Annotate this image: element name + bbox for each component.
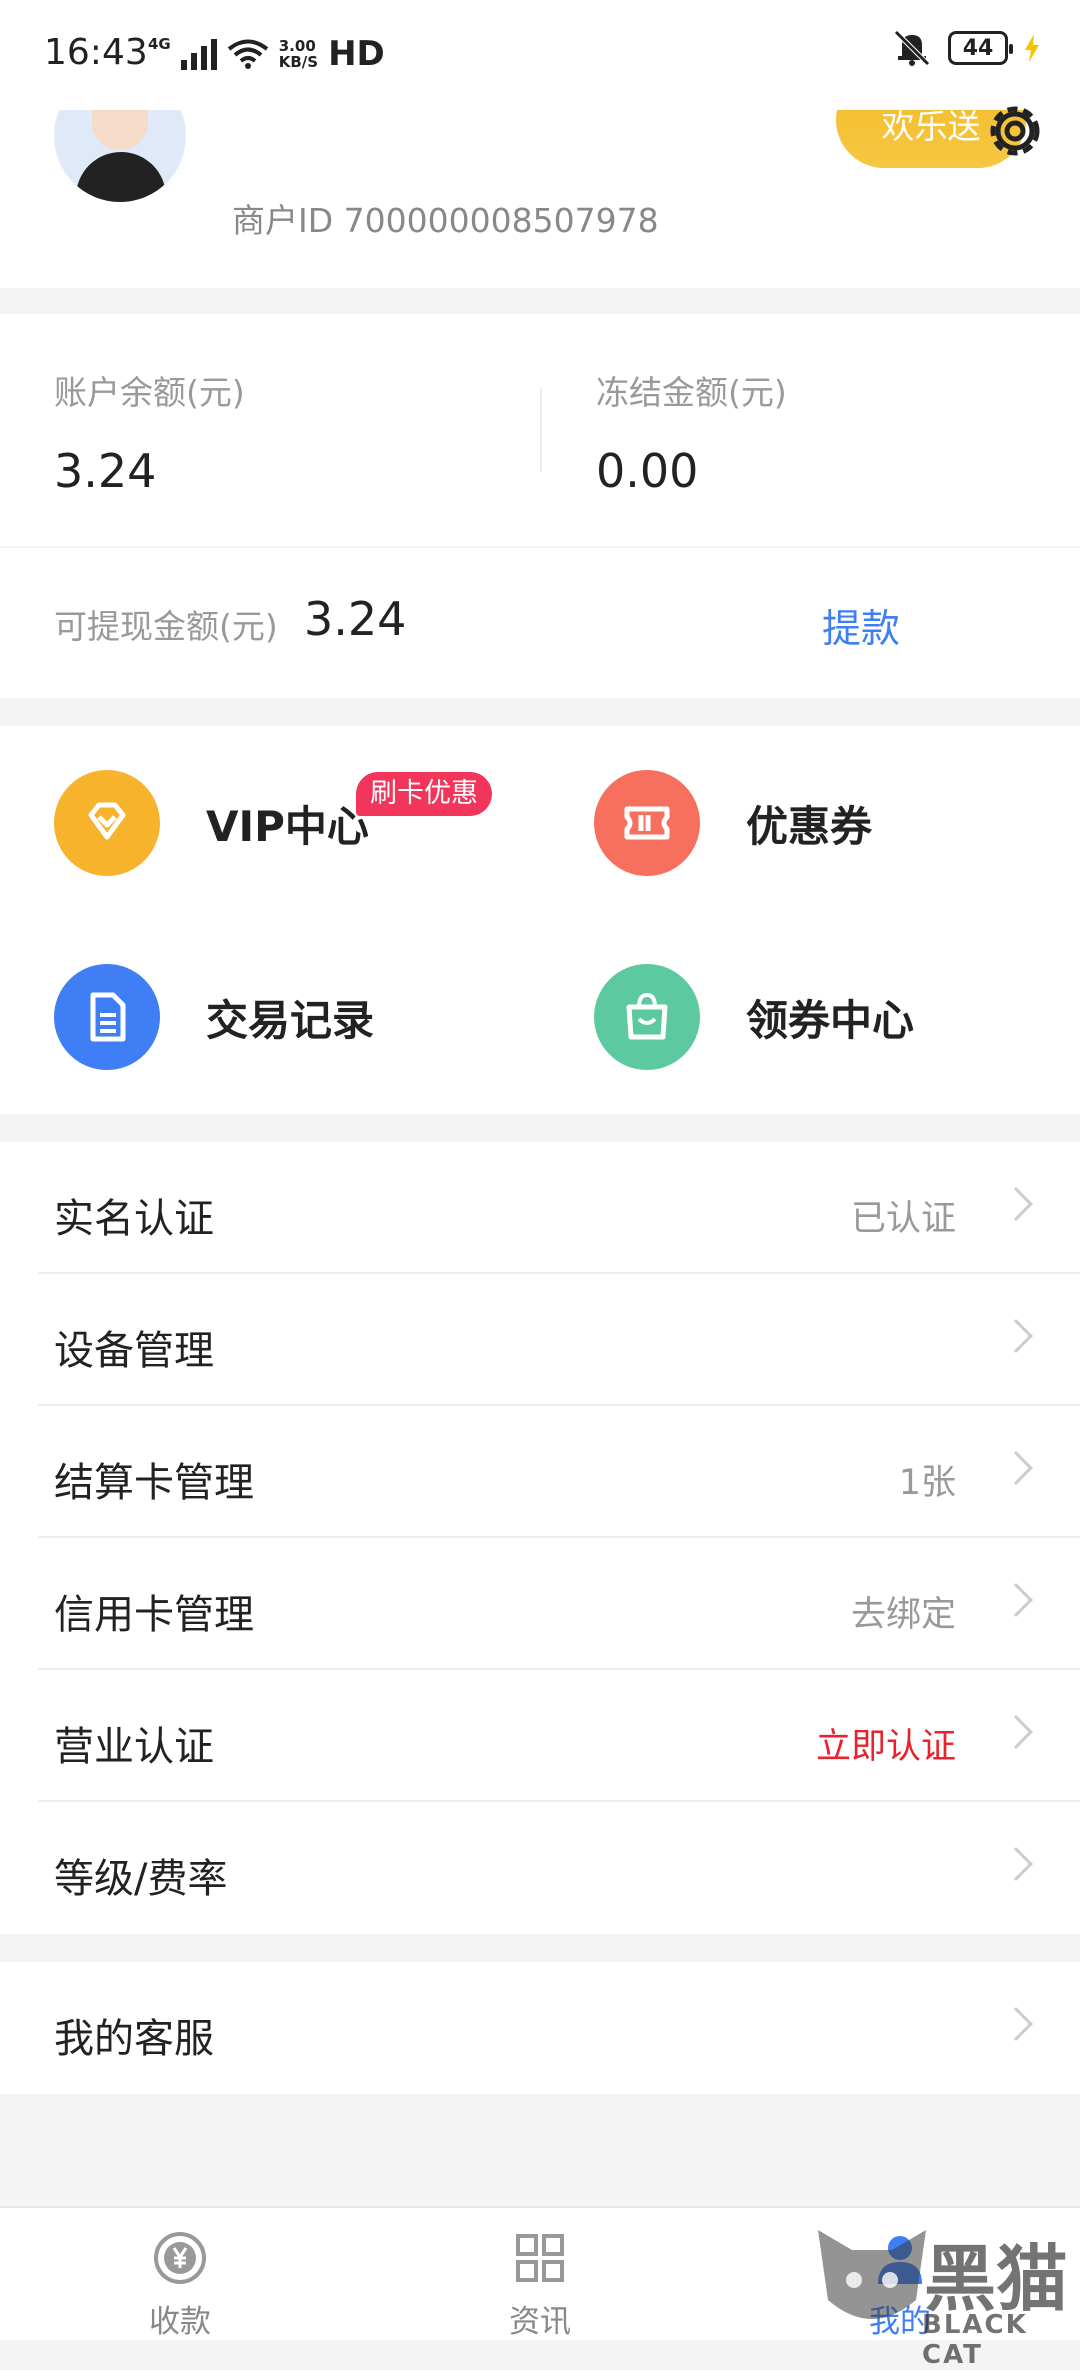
grid-icon bbox=[516, 2234, 564, 2282]
network-indicators: 4G 3.00 KB/S HD bbox=[148, 34, 385, 74]
vip-promo-badge: 刷卡优惠 bbox=[356, 772, 492, 816]
settlement-card-label: 结算卡管理 bbox=[54, 1460, 254, 1506]
status-right: 44 bbox=[892, 30, 1040, 66]
document-icon bbox=[54, 964, 160, 1070]
tab-news[interactable]: 资讯 bbox=[360, 2208, 720, 2342]
frozen-amount-label: 冻结金额(元) bbox=[596, 373, 787, 412]
list-item-business-cert[interactable]: 营业认证 立即认证 bbox=[0, 1670, 1080, 1802]
credit-card-label: 信用卡管理 bbox=[54, 1592, 254, 1638]
yen-coin-icon bbox=[154, 2232, 206, 2284]
avatar[interactable] bbox=[54, 110, 186, 202]
real-name-value: 已认证 bbox=[850, 1199, 956, 1239]
settings-list: 实名认证 已认证 设备管理 结算卡管理 1张 信用卡管理 去绑定 营业认证 立即… bbox=[0, 1142, 1080, 1934]
coupon-label: 优惠券 bbox=[746, 801, 873, 851]
account-balance-value: 3.24 bbox=[54, 444, 157, 498]
frozen-amount-value: 0.00 bbox=[596, 444, 699, 498]
signal-icon bbox=[180, 38, 217, 70]
tab-receive-label: 收款 bbox=[149, 2304, 211, 2340]
chevron-right-icon bbox=[999, 1451, 1033, 1485]
list-item-level-rate[interactable]: 等级/费率 bbox=[0, 1802, 1080, 1934]
chevron-right-icon bbox=[999, 1715, 1033, 1749]
chevron-right-icon bbox=[999, 1187, 1033, 1221]
status-bar: 16:43 4G 3.00 KB/S HD 44 bbox=[0, 0, 1080, 110]
business-cert-label: 营业认证 bbox=[54, 1724, 214, 1770]
list-item-customer-service[interactable]: 我的客服 bbox=[0, 1962, 1080, 2094]
vip-center-item[interactable]: VIP中心 bbox=[54, 770, 369, 876]
chevron-right-icon bbox=[999, 1319, 1033, 1353]
device-label: 设备管理 bbox=[54, 1328, 214, 1374]
shopping-bag-icon bbox=[594, 964, 700, 1070]
withdrawable-value: 3.24 bbox=[304, 592, 407, 646]
ticket-icon bbox=[594, 770, 700, 876]
merchant-id: 商户ID 700000008507978 bbox=[232, 201, 659, 240]
chevron-right-icon bbox=[999, 1583, 1033, 1617]
quick-menu: VIP中心 优惠券 交易记录 领券中心 bbox=[0, 726, 1080, 1114]
balance-divider bbox=[540, 388, 542, 472]
watermark-subtext: BLACK CAT bbox=[922, 2310, 1028, 2370]
customer-service-label: 我的客服 bbox=[54, 2016, 214, 2062]
network-speed: 3.00 KB/S bbox=[278, 37, 319, 71]
mute-bell-icon bbox=[894, 30, 930, 66]
withdraw-card: 可提现金额(元) 3.24 提款 bbox=[0, 548, 1080, 698]
network-type: 4G bbox=[148, 35, 171, 53]
chevron-right-icon bbox=[999, 1847, 1033, 1881]
withdraw-button[interactable]: 提款 bbox=[822, 598, 900, 654]
wifi-icon bbox=[227, 39, 268, 69]
account-balance-label: 账户余额(元) bbox=[54, 373, 245, 412]
level-rate-label: 等级/费率 bbox=[54, 1856, 228, 1902]
status-time: 16:43 bbox=[44, 32, 148, 73]
real-name-label: 实名认证 bbox=[54, 1196, 214, 1242]
transaction-records-label: 交易记录 bbox=[206, 995, 375, 1045]
watermark: 黑猫 BLACK CAT bbox=[812, 2220, 1072, 2370]
support-list: 我的客服 bbox=[0, 1962, 1080, 2094]
list-item-real-name[interactable]: 实名认证 已认证 bbox=[0, 1142, 1080, 1274]
battery-icon: 44 bbox=[948, 31, 1013, 65]
business-cert-value: 立即认证 bbox=[815, 1727, 956, 1767]
coupon-center-label: 领券中心 bbox=[746, 995, 915, 1045]
gear-icon[interactable] bbox=[980, 96, 1050, 166]
list-item-settlement-card[interactable]: 结算卡管理 1张 bbox=[0, 1406, 1080, 1538]
settlement-card-value: 1张 bbox=[898, 1463, 956, 1503]
profile-header: 商户ID 700000008507978 欢乐送 bbox=[0, 110, 1080, 288]
list-item-credit-card[interactable]: 信用卡管理 去绑定 bbox=[0, 1538, 1080, 1670]
credit-card-value: 去绑定 bbox=[850, 1595, 956, 1635]
coupon-item[interactable]: 优惠券 bbox=[594, 770, 872, 876]
withdrawable-label: 可提现金额(元) bbox=[54, 607, 278, 646]
tab-receive[interactable]: 收款 bbox=[0, 2208, 360, 2342]
hd-indicator: HD bbox=[328, 34, 385, 74]
diamond-icon bbox=[54, 770, 160, 876]
vip-center-label: VIP中心 bbox=[206, 801, 369, 851]
list-item-device[interactable]: 设备管理 bbox=[0, 1274, 1080, 1406]
transaction-records-item[interactable]: 交易记录 bbox=[54, 964, 374, 1070]
tab-news-label: 资讯 bbox=[509, 2304, 571, 2340]
charging-icon bbox=[1025, 34, 1039, 62]
chevron-right-icon bbox=[999, 2007, 1033, 2041]
coupon-center-item[interactable]: 领券中心 bbox=[594, 964, 914, 1070]
cat-logo-icon bbox=[818, 2230, 926, 2319]
